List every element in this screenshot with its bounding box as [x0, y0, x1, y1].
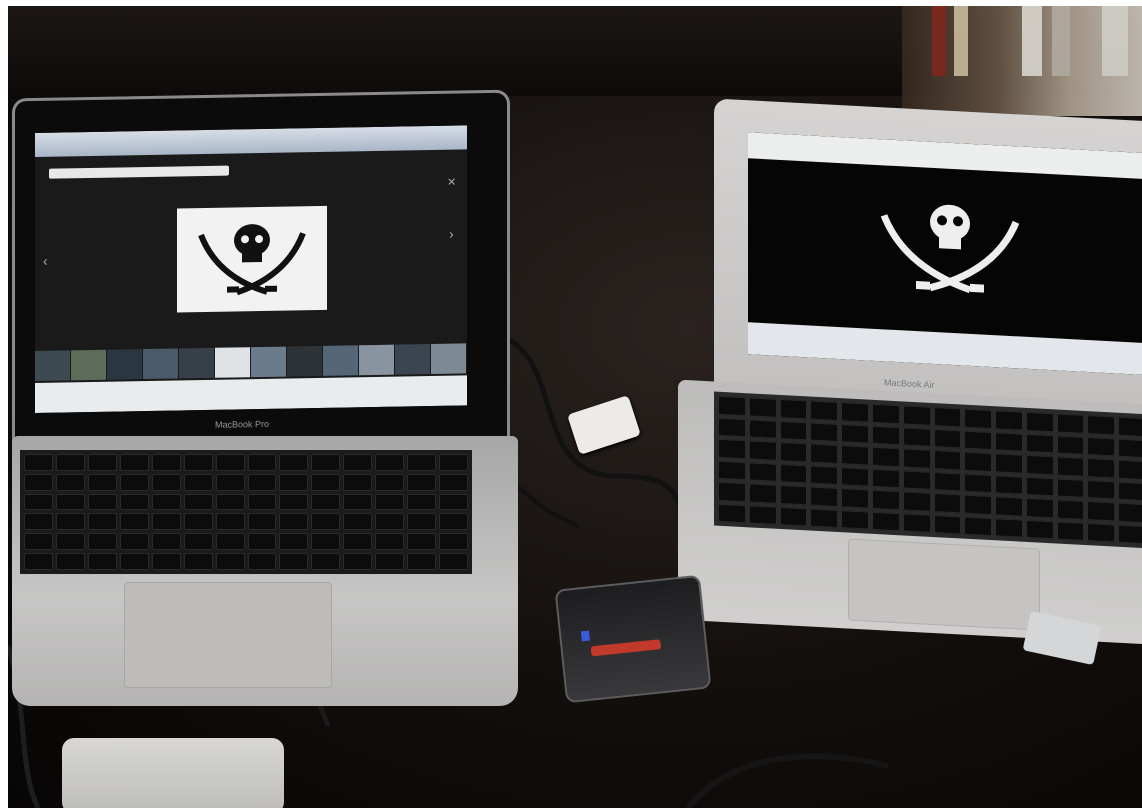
right-laptop-lid: MacBook Air [714, 98, 1142, 432]
status-light [580, 630, 590, 642]
left-laptop-lid: ‹ › ✕ MacBook Pro [12, 89, 510, 455]
chevron-left-icon[interactable]: ‹ [43, 253, 48, 269]
card-reader [554, 574, 712, 704]
thumbnail[interactable] [431, 343, 466, 375]
thumbnail[interactable] [395, 344, 430, 375]
thumbnail[interactable] [179, 347, 214, 379]
right-laptop-screen [748, 132, 1142, 376]
browser-toolbar [748, 132, 1142, 180]
chevron-right-icon[interactable]: › [449, 226, 454, 242]
thumbnail[interactable] [107, 349, 142, 380]
thumbnail[interactable] [143, 348, 178, 380]
thumbnail-strip [35, 343, 467, 381]
dock [748, 322, 1142, 376]
trackpad [124, 582, 332, 688]
address-field[interactable] [49, 165, 229, 179]
brand-label: MacBook Air [884, 377, 935, 391]
thumbnail[interactable] [287, 345, 322, 377]
thumbnail[interactable] [251, 346, 286, 378]
thumbnail[interactable] [35, 350, 70, 381]
skull-crossed-swords-icon [880, 204, 1020, 294]
keyboard [714, 391, 1142, 549]
page-footer [35, 375, 467, 413]
thumbnail[interactable] [323, 345, 358, 376]
thumbnail[interactable] [359, 344, 394, 376]
trackpad [848, 538, 1040, 631]
skull-crossed-swords-icon [198, 224, 306, 296]
external-drive [62, 738, 284, 808]
close-icon[interactable]: ✕ [447, 176, 456, 189]
brand-label: MacBook Pro [215, 418, 270, 430]
photo-scene: ‹ › ✕ MacBook Pro MacBook Air [8, 6, 1142, 808]
thumbnail[interactable] [215, 347, 250, 378]
left-laptop-screen: ‹ › ✕ [35, 125, 467, 413]
thumbnail[interactable] [71, 349, 106, 381]
card-slot-light [590, 639, 662, 657]
gallery-image [177, 205, 327, 313]
left-laptop-base [12, 436, 518, 706]
keyboard [20, 450, 472, 574]
right-laptop-base [678, 379, 1142, 645]
fullscreen-image [860, 174, 1040, 323]
browser-toolbar [35, 125, 467, 157]
